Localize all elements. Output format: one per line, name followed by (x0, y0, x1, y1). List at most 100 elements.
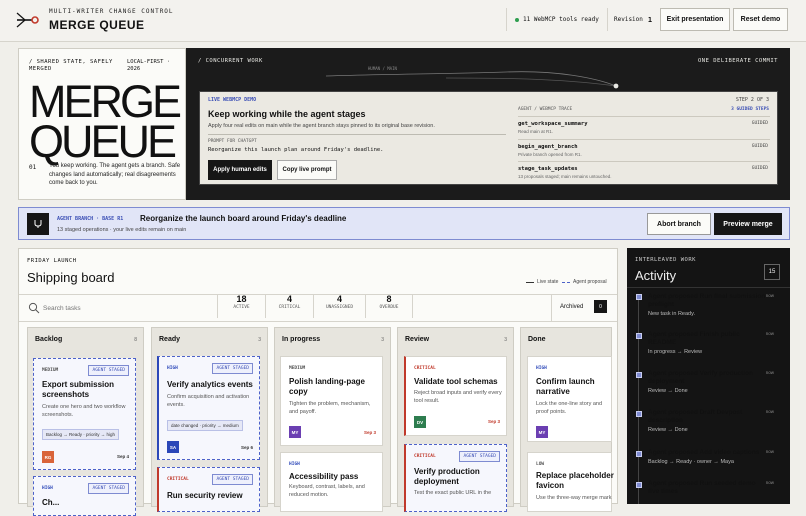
card-description: Use the three-way merge mark (536, 495, 612, 501)
activity-divider (627, 287, 790, 288)
copy-live-prompt-button[interactable]: Copy live prompt (277, 160, 337, 180)
apply-human-edits-button[interactable]: Apply human edits (208, 160, 272, 180)
column-title: Done (528, 336, 546, 343)
activity-dot-icon (636, 372, 642, 378)
activity-dot-icon (636, 333, 642, 339)
activity-item-title: Agent proposed Finish public README (648, 331, 740, 346)
task-card[interactable]: LOW Replace placeholder favicon Use the … (527, 452, 614, 512)
activity-item[interactable]: Agent proposed Finish public README In p… (648, 331, 788, 355)
stat-active: 18 ACTIVE (217, 294, 265, 318)
legend-live: Live state (526, 279, 558, 285)
card-staged-badge: AGENT STAGED (88, 365, 129, 376)
task-card[interactable]: HIGH AGENT STAGED Verify analytics event… (157, 356, 260, 460)
card-staged-badge: AGENT STAGED (212, 474, 253, 485)
task-card[interactable]: CRITICAL AGENT STAGED Run security revie… (157, 467, 260, 512)
activity-item-sub: New task in Ready. (648, 311, 695, 317)
activity-item-sub: In progress → Review (648, 349, 703, 355)
activity-item-time: now (765, 449, 774, 454)
hero-title-line2: QUEUE (29, 116, 177, 167)
app-kicker: MULTI-WRITER CHANGE CONTROL (49, 8, 174, 15)
search-input[interactable] (43, 301, 213, 315)
task-card[interactable]: CRITICAL Validate tool schemas Reject br… (404, 356, 507, 436)
agent-branch-subtitle: 13 staged operations · your live edits r… (57, 227, 187, 233)
task-card[interactable]: HIGH Confirm launch narrative Lock the o… (527, 356, 612, 442)
card-priority: CRITICAL (167, 477, 189, 482)
activity-timeline (638, 296, 639, 504)
diagram-label: HUMAN / MAIN (368, 66, 397, 71)
trace-item-sub: 13 proposals staged; main remains untouc… (518, 174, 612, 179)
column-title: Backlog (35, 336, 63, 343)
card-title: Verify production deployment (414, 467, 480, 486)
tools-status: 11 WebMCP tools ready (506, 8, 606, 31)
prompt-label: PROMPT FOR CHATGPT (208, 139, 257, 144)
stat-value: 4 (286, 294, 292, 304)
card-title: Verify analytics events (167, 380, 253, 389)
trace-item: stage_task_updates 13 proposals staged; … (518, 161, 770, 182)
agent-branch-bar: AGENT BRANCH · BASE R1 Reorganize the la… (18, 207, 790, 240)
activity-dot-icon (636, 411, 642, 417)
avatar: RG (42, 451, 54, 463)
legend-live-swatch (526, 281, 534, 283)
card-staged-badge: AGENT STAGED (88, 483, 129, 494)
trace-item: get_workspace_summary Read main at R1. G… (518, 116, 770, 137)
activity-item-title: Agent proposed Run final submission pref… (648, 293, 766, 308)
agent-branch-title: Reorganize the launch board around Frida… (140, 214, 347, 223)
abort-branch-button[interactable]: Abort branch (647, 213, 711, 235)
task-card[interactable]: HIGH AGENT STAGED Ch... (33, 476, 136, 516)
status-dot-icon (515, 17, 519, 22)
concurrent-label: / CONCURRENT WORK (198, 58, 263, 64)
activity-item[interactable]: Agent proposed Draft Devpost description… (648, 409, 788, 433)
trace-item-tag: GUIDED (751, 121, 768, 126)
activity-item-sub: Backlog → Ready · owner → Maya (648, 459, 734, 465)
hero-tagline: / SHARED STATE, SAFELY MERGED (29, 59, 113, 72)
task-card[interactable]: CRITICAL AGENT STAGED Verify production … (404, 444, 507, 512)
card-change-chip: date changed · priority → medium (167, 420, 243, 431)
activity-item[interactable]: Agent proposed Run final submission pref… (648, 293, 788, 317)
archived-toggle[interactable]: Archived 0 (551, 295, 617, 321)
card-date: Sep 4 (116, 454, 129, 459)
trace-item: begin_agent_branch Private branch opened… (518, 139, 770, 160)
card-title: Validate tool schemas (414, 377, 498, 386)
archived-count: 0 (594, 300, 607, 313)
card-description: Keyboard, contrast, labels, and reduced … (289, 484, 365, 498)
card-date: Sep 3 (487, 419, 500, 424)
preview-merge-button[interactable]: Preview merge (714, 213, 782, 235)
task-card[interactable]: HIGH Accessibility pass Keyboard, contra… (280, 452, 383, 512)
activity-dot-icon (636, 482, 642, 488)
card-title: Accessibility pass (289, 472, 359, 481)
card-description: Reject broad inputs and verify every too… (414, 390, 502, 404)
activity-title: Activity (635, 268, 677, 283)
demo-title: Keep working while the agent stages (208, 109, 366, 119)
activity-item-time: now (765, 370, 774, 375)
activity-kicker: INTERLEAVED WORK (635, 257, 696, 263)
trace-label: AGENT / WEBMCP TRACE (518, 107, 573, 112)
card-priority: MEDIUM (42, 368, 59, 373)
activity-count: 15 (764, 264, 780, 280)
reset-demo-button[interactable]: Reset demo (733, 8, 788, 31)
stat-overdue: 8 OVERDUE (365, 294, 413, 318)
merge-logo-icon (16, 12, 39, 28)
exit-presentation-button[interactable]: Exit presentation (660, 8, 730, 31)
deliberate-label: ONE DELIBERATE COMMIT (697, 58, 778, 64)
activity-item[interactable]: Agent proposed Add video captions Backlo… (648, 449, 788, 465)
column-title: In progress (282, 336, 321, 343)
column-title: Review (405, 336, 430, 343)
card-title: Confirm launch narrative (536, 377, 595, 396)
task-card[interactable]: MEDIUM AGENT STAGED Export submission sc… (33, 358, 136, 470)
task-card[interactable]: MEDIUM Polish landing-page copy Tighten … (280, 356, 383, 446)
stat-label: CRITICAL (278, 305, 301, 310)
demo-divider (208, 134, 506, 135)
activity-item[interactable]: Agent proposed Run seeded demo five time… (648, 480, 788, 498)
legend-agent-label: Agent proposal (573, 279, 607, 285)
card-description: Test the exact public URL in the (414, 490, 492, 496)
card-description: Tighten the problem, mechanism, and payo… (289, 401, 371, 415)
stat-unassigned: 4 UNASSIGNED (313, 294, 365, 318)
card-title: Ch... (42, 498, 60, 507)
trace-item-name: begin_agent_branch (518, 144, 578, 150)
trace-item-name: get_workspace_summary (518, 121, 588, 127)
activity-item[interactable]: Agent proposed Verify production deploym… (648, 370, 788, 394)
prompt-text: Reorganize this launch plan around Frida… (208, 147, 384, 153)
activity-item-sub: Review → Done (648, 388, 688, 394)
card-title: Polish landing-page copy (289, 377, 366, 396)
column-count: 3 (381, 337, 384, 343)
